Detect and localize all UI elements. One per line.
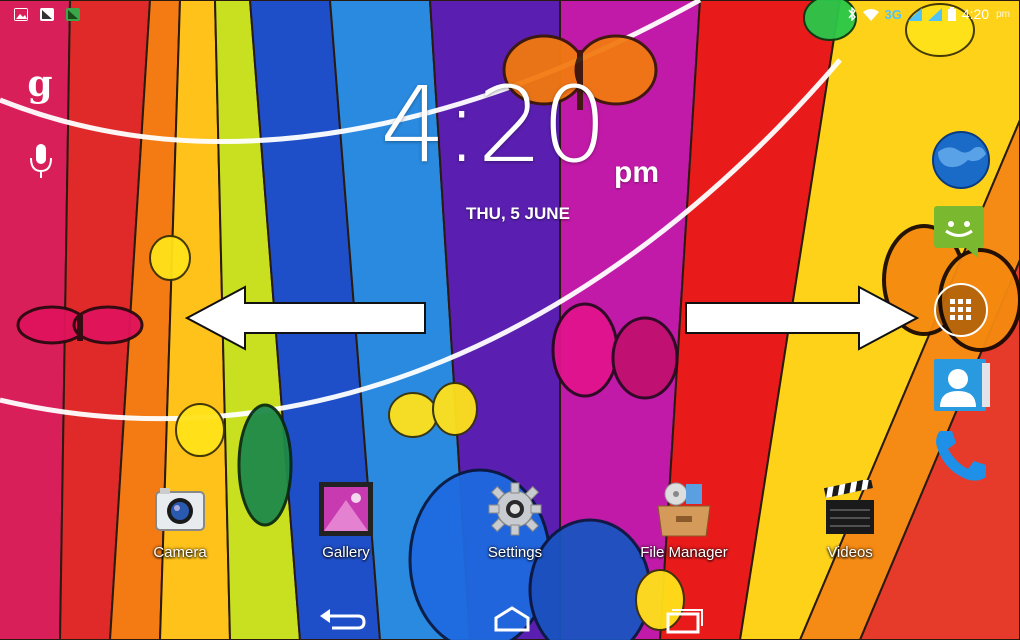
status-ampm: pm: [996, 8, 1010, 20]
messaging-icon: [934, 206, 984, 258]
right-arrow: [685, 285, 919, 351]
contacts-app[interactable]: [928, 355, 994, 415]
status-time: 4:20: [961, 6, 990, 22]
camera-icon: [155, 488, 205, 531]
videos-app[interactable]: Videos: [790, 480, 910, 580]
settings-app[interactable]: Settings: [455, 480, 575, 580]
clapperboard-icon: [823, 480, 874, 534]
clock-ampm: pm: [614, 156, 659, 189]
battery-icon: [947, 7, 956, 21]
network-type: 3G: [884, 6, 902, 22]
camera-app[interactable]: Camera: [120, 480, 240, 580]
phone-icon: [936, 431, 986, 481]
google-search-button[interactable]: g: [20, 62, 60, 110]
file-manager-icon: [657, 482, 711, 537]
messaging-app[interactable]: [928, 200, 994, 260]
videos-label: Videos: [827, 544, 873, 561]
gallery-label: Gallery: [322, 544, 370, 561]
contacts-icon: [934, 359, 990, 411]
wifi-icon: [862, 8, 879, 21]
browser-globe-icon: [932, 131, 990, 189]
camera-label: Camera: [153, 544, 207, 561]
file-manager-label: File Manager: [640, 544, 728, 561]
back-icon: [320, 609, 366, 630]
status-bar: 3G 4:20 pm: [0, 0, 1020, 30]
file-manager-app[interactable]: File Manager: [624, 480, 744, 580]
left-arrow: [185, 285, 426, 351]
screenshot-notification-icon: [40, 8, 54, 21]
home-button[interactable]: [482, 604, 542, 636]
browser-app[interactable]: [928, 130, 994, 190]
settings-label: Settings: [487, 544, 543, 561]
navigation-bar: [0, 598, 1020, 640]
all-apps-button[interactable]: [928, 280, 994, 340]
home-icon: [494, 606, 530, 632]
google-search-icon: g: [27, 63, 53, 105]
gallery-app[interactable]: Gallery: [286, 480, 406, 580]
system-icons: 3G 4:20 pm: [847, 6, 1010, 22]
recent-apps-icon: [666, 609, 703, 634]
notification-icons: [14, 8, 80, 21]
clock-time: 4:20: [380, 64, 608, 186]
picture-notification-icon: [14, 8, 28, 21]
download-notification-icon: [66, 8, 80, 21]
back-button[interactable]: [312, 604, 372, 636]
signal-icon-2: [927, 7, 942, 21]
all-apps-icon: [934, 283, 988, 337]
phone-app[interactable]: [928, 425, 994, 485]
voice-search-button[interactable]: [26, 138, 56, 182]
gear-icon: [488, 482, 542, 536]
recent-apps-button[interactable]: [652, 604, 712, 636]
signal-icon: [907, 7, 922, 21]
gallery-icon: [319, 482, 373, 536]
bluetooth-icon: [847, 7, 856, 21]
clock-date: THU, 5 JUNE: [466, 204, 570, 223]
microphone-icon: [30, 144, 52, 178]
home-screen: 3G 4:20 pm g 4:20 pm THU, 5 JUNE Camera …: [0, 0, 1020, 640]
clock-widget[interactable]: 4:20 pm THU, 5 JUNE: [380, 64, 680, 223]
